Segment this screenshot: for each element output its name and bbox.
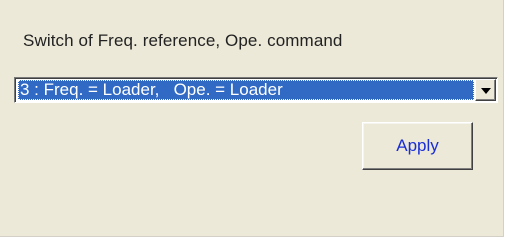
switch-label: Switch of Freq. reference, Ope. command <box>23 31 343 50</box>
settings-panel: Switch of Freq. reference, Ope. command … <box>0 0 504 237</box>
chevron-down-icon <box>481 88 491 94</box>
dropdown-button[interactable] <box>475 79 496 101</box>
selected-option[interactable]: 3 : Freq. = Loader, Ope. = Loader <box>18 80 474 100</box>
apply-button[interactable]: Apply <box>362 122 473 170</box>
freq-ope-select[interactable]: 3 : Freq. = Loader, Ope. = Loader <box>14 77 498 103</box>
